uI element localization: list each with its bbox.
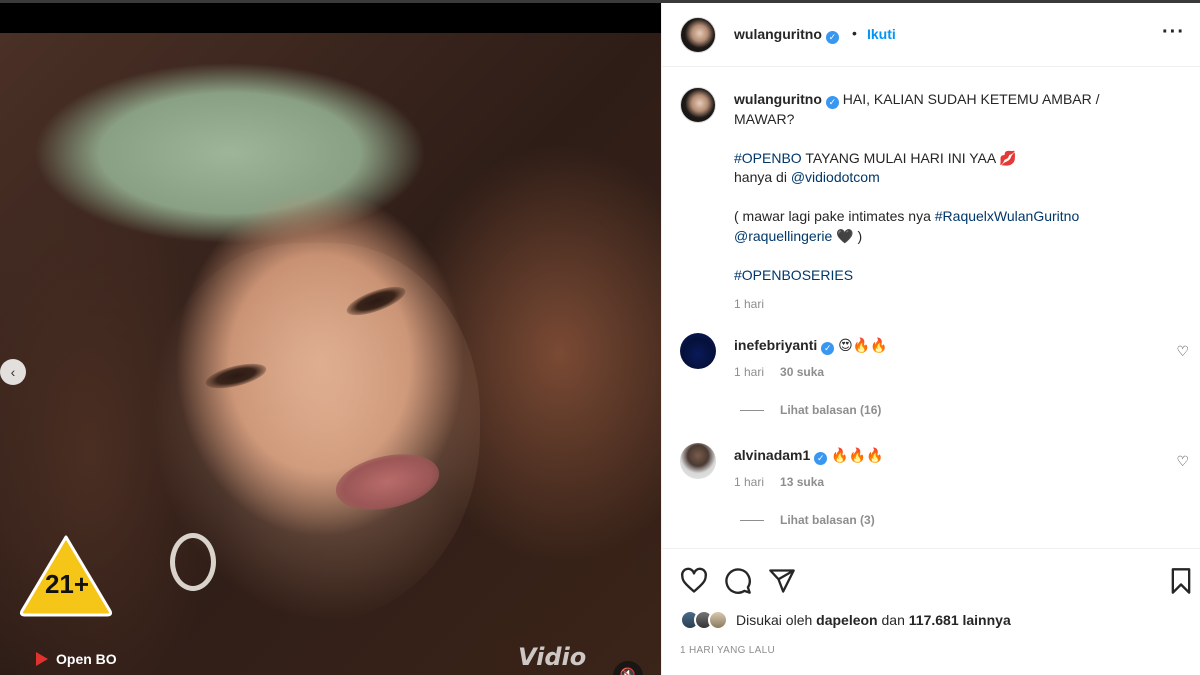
avatar[interactable] xyxy=(708,610,728,630)
avatar[interactable] xyxy=(680,333,716,369)
comment-username[interactable]: inefebriyanti xyxy=(734,337,817,353)
hashtag-link[interactable]: #OPENBO xyxy=(734,150,802,166)
replies-label[interactable]: Lihat balasan (16) xyxy=(780,403,881,417)
comment-time[interactable]: 1 hari xyxy=(734,365,764,379)
heart-icon[interactable]: ♡ xyxy=(1176,343,1189,360)
username-label[interactable]: wulanguritno xyxy=(734,26,822,42)
play-icon xyxy=(36,652,48,666)
avatar[interactable] xyxy=(680,443,716,479)
caption-line2: MAWAR? xyxy=(734,110,795,127)
post-header: wulanguritno ✓ • Ikuti ··· xyxy=(662,3,1200,67)
verified-icon: ✓ xyxy=(825,31,839,44)
caption-text-p3: hanya di xyxy=(734,169,791,185)
comment-meta: 1 hari 30 suka xyxy=(734,365,824,379)
comment-meta: 1 hari 13 suka xyxy=(734,475,824,489)
likes-middle: dan xyxy=(877,612,909,628)
earring xyxy=(170,533,216,591)
comment-username[interactable]: alvinadam1 xyxy=(734,447,810,463)
likes-prefix: Disukai oleh xyxy=(736,612,817,628)
rating-label: 21+ xyxy=(44,569,90,599)
comment-likes[interactable]: 30 suka xyxy=(780,365,824,379)
caption-username[interactable]: wulanguritno xyxy=(734,91,822,107)
caption-text-p4: ( mawar lagi pake intimates nya xyxy=(734,208,935,224)
replies-dash xyxy=(740,519,764,521)
caption-time[interactable]: 1 hari xyxy=(734,295,1154,315)
comment-line: alvinadam1 ✓ 🔥🔥🔥 xyxy=(734,447,883,465)
follow-button[interactable]: Ikuti xyxy=(867,26,896,42)
likes-count[interactable]: 117.681 lainnya xyxy=(909,612,1011,628)
show-title: Open BO xyxy=(36,651,117,667)
post-timestamp[interactable]: 1 HARI YANG LALU xyxy=(680,645,775,656)
mention-link[interactable]: @vidiodotcom xyxy=(791,169,880,185)
hashtag-link[interactable]: #RaquelxWulanGuritno xyxy=(935,208,1080,224)
bookmark-icon[interactable] xyxy=(1167,567,1195,595)
avatar[interactable] xyxy=(680,17,716,53)
heart-icon[interactable]: ♡ xyxy=(1176,453,1189,470)
post-side-panel: wulanguritno ✓ • Ikuti ··· wulanguritno ✓ … xyxy=(661,3,1200,675)
replies-label[interactable]: Lihat balasan (3) xyxy=(780,513,875,527)
more-options-icon[interactable]: ··· xyxy=(1162,21,1185,44)
likes-text: Disukai oleh dapeleon dan 117.681 lainny… xyxy=(736,612,1011,628)
liked-by-user[interactable]: dapeleon xyxy=(816,612,877,628)
post-media[interactable]: ‹ 21+ Open BO Vidio 🔇 xyxy=(0,3,661,675)
comment-likes[interactable]: 13 suka xyxy=(780,475,824,489)
comment-icon[interactable] xyxy=(724,567,752,595)
view-replies-button[interactable]: Lihat balasan (16) xyxy=(740,403,881,417)
heart-icon[interactable] xyxy=(680,567,708,595)
comment-time[interactable]: 1 hari xyxy=(734,475,764,489)
verified-icon: ✓ xyxy=(814,452,828,465)
header-username[interactable]: wulanguritno ✓ xyxy=(734,26,839,44)
likes-summary: Disukai oleh dapeleon dan 117.681 lainny… xyxy=(680,610,1011,630)
replies-dash xyxy=(740,409,764,411)
chevron-left-icon[interactable]: ‹ xyxy=(0,359,26,385)
comment-text: 😍🔥🔥 xyxy=(838,337,888,353)
verified-icon: ✓ xyxy=(821,342,835,355)
caption-text-p2: TAYANG MULAI HARI INI YAA 💋 xyxy=(801,149,1017,166)
caption-avatar[interactable] xyxy=(680,87,716,123)
caption-text-p4-end: 🖤 ) xyxy=(832,227,863,244)
vidio-watermark: Vidio xyxy=(518,643,587,671)
comment-text: 🔥🔥🔥 xyxy=(831,447,884,463)
hashtag-link[interactable]: #OPENBOSERIES xyxy=(734,267,853,283)
comment-line: inefebriyanti ✓ 😍🔥🔥 xyxy=(734,337,888,355)
view-replies-button[interactable]: Lihat balasan (3) xyxy=(740,513,875,527)
verified-icon: ✓ xyxy=(825,96,839,109)
send-icon[interactable] xyxy=(768,567,796,595)
mention-link[interactable]: @raquellingerie xyxy=(734,228,832,244)
caption-text: wulanguritno ✓ HAI, KALIAN SUDAH KETEMU A… xyxy=(734,90,1154,315)
show-title-label: Open BO xyxy=(56,651,117,667)
caption-line1: HAI, KALIAN SUDAH KETEMU AMBAR / xyxy=(842,91,1100,107)
post-actions: Disukai oleh dapeleon dan 117.681 lainny… xyxy=(662,548,1200,675)
separator-dot: • xyxy=(852,25,857,41)
